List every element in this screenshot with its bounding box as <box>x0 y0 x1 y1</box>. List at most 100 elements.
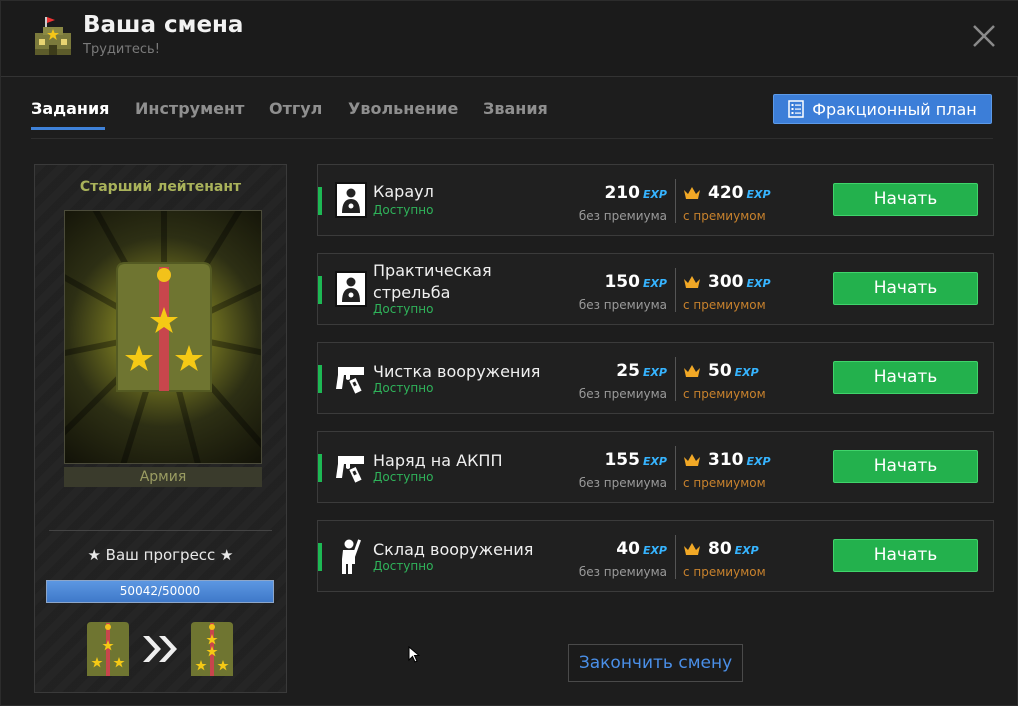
double-chevron-right-icon <box>143 636 177 662</box>
exp-base: 210 EXP <box>604 183 667 203</box>
exp-base-value: 25 <box>616 361 640 381</box>
task-status: Доступно <box>373 470 434 484</box>
window-title: Ваша смена <box>83 12 244 38</box>
task-name: Караул <box>373 182 434 201</box>
current-rank-icon <box>87 622 129 676</box>
exp-tag: EXP <box>642 277 667 290</box>
exp-tag: EXP <box>734 544 759 557</box>
pistol-icon <box>336 367 364 394</box>
exp-premium-value: 80 <box>708 539 732 559</box>
task-name: Практическая стрельба <box>373 261 492 302</box>
progress-label: ★ Ваш прогресс ★ <box>87 546 234 564</box>
start-button[interactable]: Начать <box>833 183 978 216</box>
tab-ranks[interactable]: Звания <box>483 99 548 118</box>
exp-tag: EXP <box>642 188 667 201</box>
separator <box>675 446 676 490</box>
pistol-icon <box>336 456 364 483</box>
task-status: Доступно <box>373 203 434 217</box>
exp-premium-value: 300 <box>708 272 744 292</box>
exp-premium-value: 310 <box>708 450 744 470</box>
exp-tag: EXP <box>746 277 771 290</box>
task-accent <box>318 276 322 304</box>
exp-premium: 80 EXP <box>708 539 759 559</box>
task-accent <box>318 454 322 482</box>
shift-window: Ваша смена Трудитесь! Задания Инструмент… <box>0 0 1018 706</box>
divider <box>49 530 272 531</box>
task-status: Доступно <box>373 559 434 573</box>
start-button[interactable]: Начать <box>833 450 978 483</box>
task-row: Практическая стрельба Доступно 150 EXP бе… <box>317 253 994 325</box>
mouse-cursor-icon <box>408 646 420 663</box>
progress-text: 50042/50000 <box>119 584 201 598</box>
rank-insignia-card <box>64 210 262 464</box>
exp-premium-caption: с премиумом <box>683 209 766 223</box>
exp-tag: EXP <box>746 188 771 201</box>
exp-tag: EXP <box>642 366 667 379</box>
task-row: Чистка вооружения Доступно 25 EXP без пре… <box>317 342 994 414</box>
exp-premium-caption: с премиумом <box>683 565 766 579</box>
separator <box>675 357 676 401</box>
exp-premium-caption: с премиумом <box>683 476 766 490</box>
exp-premium-value: 50 <box>708 361 732 381</box>
crown-icon <box>684 454 700 466</box>
rank-panel: Старший лейтенант Армия ★ Ваш прогресс ★… <box>34 164 287 693</box>
faction-plan-label: Фракционный план <box>812 99 977 119</box>
exp-tag: EXP <box>746 455 771 468</box>
start-button[interactable]: Начать <box>833 361 978 394</box>
exp-base: 155 EXP <box>604 450 667 470</box>
exp-base-value: 150 <box>604 272 640 292</box>
exp-tag: EXP <box>642 544 667 557</box>
start-button[interactable]: Начать <box>833 272 978 305</box>
target-icon <box>335 182 367 218</box>
start-button[interactable]: Начать <box>833 539 978 572</box>
exp-base-caption: без премиума <box>578 387 667 401</box>
epaulette-icon <box>116 262 212 392</box>
task-accent <box>318 365 322 393</box>
soldier-icon <box>342 539 361 574</box>
crown-icon <box>684 187 700 199</box>
exp-base-value: 40 <box>616 539 640 559</box>
exp-base-caption: без премиума <box>578 298 667 312</box>
exp-premium-value: 420 <box>708 183 744 203</box>
task-name: Склад вооружения <box>373 540 534 559</box>
exp-premium: 310 EXP <box>708 450 771 470</box>
close-icon[interactable] <box>971 23 997 49</box>
exp-base-caption: без премиума <box>578 565 667 579</box>
exp-base-value: 155 <box>604 450 640 470</box>
window-header: Ваша смена Трудитесь! <box>1 1 1018 77</box>
task-status: Доступно <box>373 381 434 395</box>
headquarters-icon <box>35 17 71 55</box>
task-accent <box>318 543 322 571</box>
separator <box>675 268 676 312</box>
exp-premium-caption: с премиумом <box>683 387 766 401</box>
crown-icon <box>684 365 700 377</box>
separator <box>675 179 676 223</box>
separator <box>675 535 676 579</box>
tab-resignation[interactable]: Увольнение <box>348 99 458 118</box>
exp-premium: 420 EXP <box>708 183 771 203</box>
exp-base: 150 EXP <box>604 272 667 292</box>
rank-title: Старший лейтенант <box>79 179 242 195</box>
exp-base-value: 210 <box>604 183 640 203</box>
tab-tasks[interactable]: Задания <box>31 99 109 118</box>
tab-time-off[interactable]: Отгул <box>269 99 322 118</box>
progress-bar: 50042/50000 <box>46 580 274 603</box>
window-subtitle: Трудитесь! <box>83 42 160 57</box>
faction-plan-button[interactable]: Фракционный план <box>773 94 992 124</box>
exp-tag: EXP <box>642 455 667 468</box>
exp-base-caption: без премиума <box>578 476 667 490</box>
exp-premium: 300 EXP <box>708 272 771 292</box>
exp-tag: EXP <box>734 366 759 379</box>
crown-icon <box>684 276 700 288</box>
task-row: Наряд на АКПП Доступно 155 EXP без премиу… <box>317 431 994 503</box>
task-row: Караул Доступно 210 EXP без премиума 420 E… <box>317 164 994 236</box>
task-row: Склад вооружения Доступно 40 EXP без прем… <box>317 520 994 592</box>
checklist-icon <box>788 100 805 118</box>
finish-shift-button[interactable]: Закончить смену <box>568 644 743 682</box>
exp-premium: 50 EXP <box>708 361 759 381</box>
tab-tools[interactable]: Инструмент <box>135 99 244 118</box>
exp-base: 40 EXP <box>616 539 667 559</box>
exp-base-caption: без премиума <box>578 209 667 223</box>
task-status: Доступно <box>373 302 434 316</box>
next-rank-icon <box>191 622 233 676</box>
